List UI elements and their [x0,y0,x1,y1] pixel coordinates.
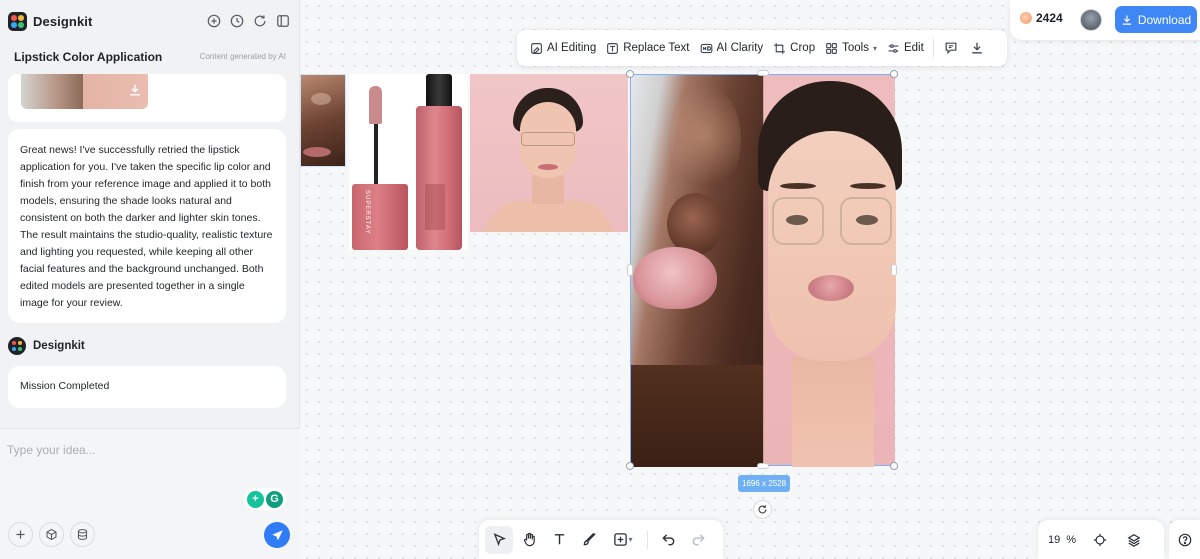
rotate-icon [758,505,767,514]
help-icon[interactable] [1169,520,1200,559]
crop-icon [774,42,785,54]
brush-icon[interactable] [575,526,603,554]
designkit-logo [8,12,27,31]
resize-handle[interactable] [626,462,634,470]
chevron-down-icon: ▾ [628,535,633,544]
crop-button[interactable]: Crop [768,35,820,61]
conversation-title: Lipstick Color Application [14,50,163,64]
new-chat-icon[interactable] [206,13,222,29]
model-closeup-darker [631,75,763,467]
refresh-icon[interactable] [252,13,268,29]
send-icon [271,529,283,540]
ai-clarity-label: AI Clarity [716,42,764,54]
resize-handle[interactable] [757,70,769,76]
model-closeup-lighter [758,75,902,467]
composer-actions [8,522,95,547]
hd-icon [700,43,712,53]
status-message: Mission Completed [8,366,286,408]
layers-stack-icon[interactable] [70,522,95,547]
grid-icon [826,42,838,54]
history-icon[interactable] [229,13,245,29]
chat-panel: Designkit Lipstick Color Application Con… [0,0,300,559]
edit-button[interactable]: Edit [882,35,929,61]
resize-handle[interactable] [627,264,633,276]
selected-image[interactable] [630,74,902,467]
crop-label: Crop [790,42,816,54]
download-icon[interactable] [964,35,990,61]
select-pointer-icon[interactable] [485,525,513,554]
coin-icon [1020,12,1032,24]
result-thumbnail-card [8,74,286,122]
grammar-badges[interactable]: + G [244,488,286,510]
zoom-controls: 19 % [1038,520,1164,559]
credits-display[interactable]: 2424 [1020,11,1063,25]
replace-text-button[interactable]: Replace Text [601,35,694,61]
layers-icon[interactable] [1124,530,1144,550]
ai-editing-button[interactable]: AI Editing [525,35,601,61]
tools-divider [647,530,648,549]
resize-handle[interactable] [757,463,769,469]
replace-text-icon [607,42,619,54]
canvas-image-model[interactable] [470,74,628,232]
composer: + G [0,428,300,559]
chevron-down-icon: ▾ [872,43,877,53]
tools-label: Tools [842,42,869,54]
brand[interactable]: Designkit [8,12,92,31]
download-label: Download [1137,12,1192,27]
canvas-image-partial-model[interactable] [300,74,346,167]
image-toolbar: AI Editing Replace Text AI Clarity Crop … [517,30,1007,66]
download-icon [1122,15,1131,25]
download-icon[interactable] [128,83,142,97]
sidebar-toggle-icon[interactable] [275,13,291,29]
comment-icon[interactable] [938,35,964,61]
rotate-button[interactable] [753,500,772,519]
ai-generated-note: Content generated by AI [199,52,286,61]
undo-icon[interactable] [654,526,682,554]
grammarly-icon[interactable]: G [266,490,283,508]
frame-icon[interactable]: ▾ [605,526,641,554]
avatar[interactable] [1080,9,1102,31]
box-icon[interactable] [39,522,64,547]
canvas-image-lipstick-product[interactable]: SUPERSTAY [349,74,468,250]
fit-view-icon[interactable] [1090,530,1110,550]
agent-avatar [8,337,26,355]
tools-dropdown[interactable]: Tools ▾ [820,35,882,61]
account-bar: 2424 Download [1010,0,1200,40]
redo-icon[interactable] [684,526,712,554]
resize-handle[interactable] [891,264,897,276]
result-thumbnail[interactable] [21,74,148,109]
edit-label: Edit [903,42,924,54]
ai-editing-label: AI Editing [547,42,597,54]
hand-icon[interactable] [515,526,543,554]
header-actions [206,13,291,29]
send-button[interactable] [264,522,290,548]
resize-handle[interactable] [626,70,634,78]
grammarly-plus-icon[interactable]: + [247,490,264,508]
zoom-level[interactable]: 19 [1048,534,1060,546]
plus-icon[interactable] [8,522,33,547]
assistant-message: Great news! I've successfully retried th… [8,129,286,323]
ai-clarity-button[interactable]: AI Clarity [695,35,769,61]
prompt-input[interactable] [7,441,287,459]
download-button[interactable]: Download [1115,6,1197,33]
ai-edit-icon [531,42,542,54]
resize-handle[interactable] [890,462,898,470]
text-icon[interactable] [545,526,573,554]
credits-count: 2424 [1036,11,1063,25]
agent-header: Designkit [8,337,85,355]
sliders-icon [888,43,899,53]
dimension-label: 1696 x 2528 [738,475,791,492]
resize-handle[interactable] [890,70,898,78]
agent-name: Designkit [33,340,85,352]
zoom-unit: % [1066,533,1077,546]
toolbar-divider [932,39,934,57]
replace-text-label: Replace Text [623,42,690,54]
canvas-tools: ▾ [479,520,723,559]
brand-name: Designkit [33,14,93,29]
